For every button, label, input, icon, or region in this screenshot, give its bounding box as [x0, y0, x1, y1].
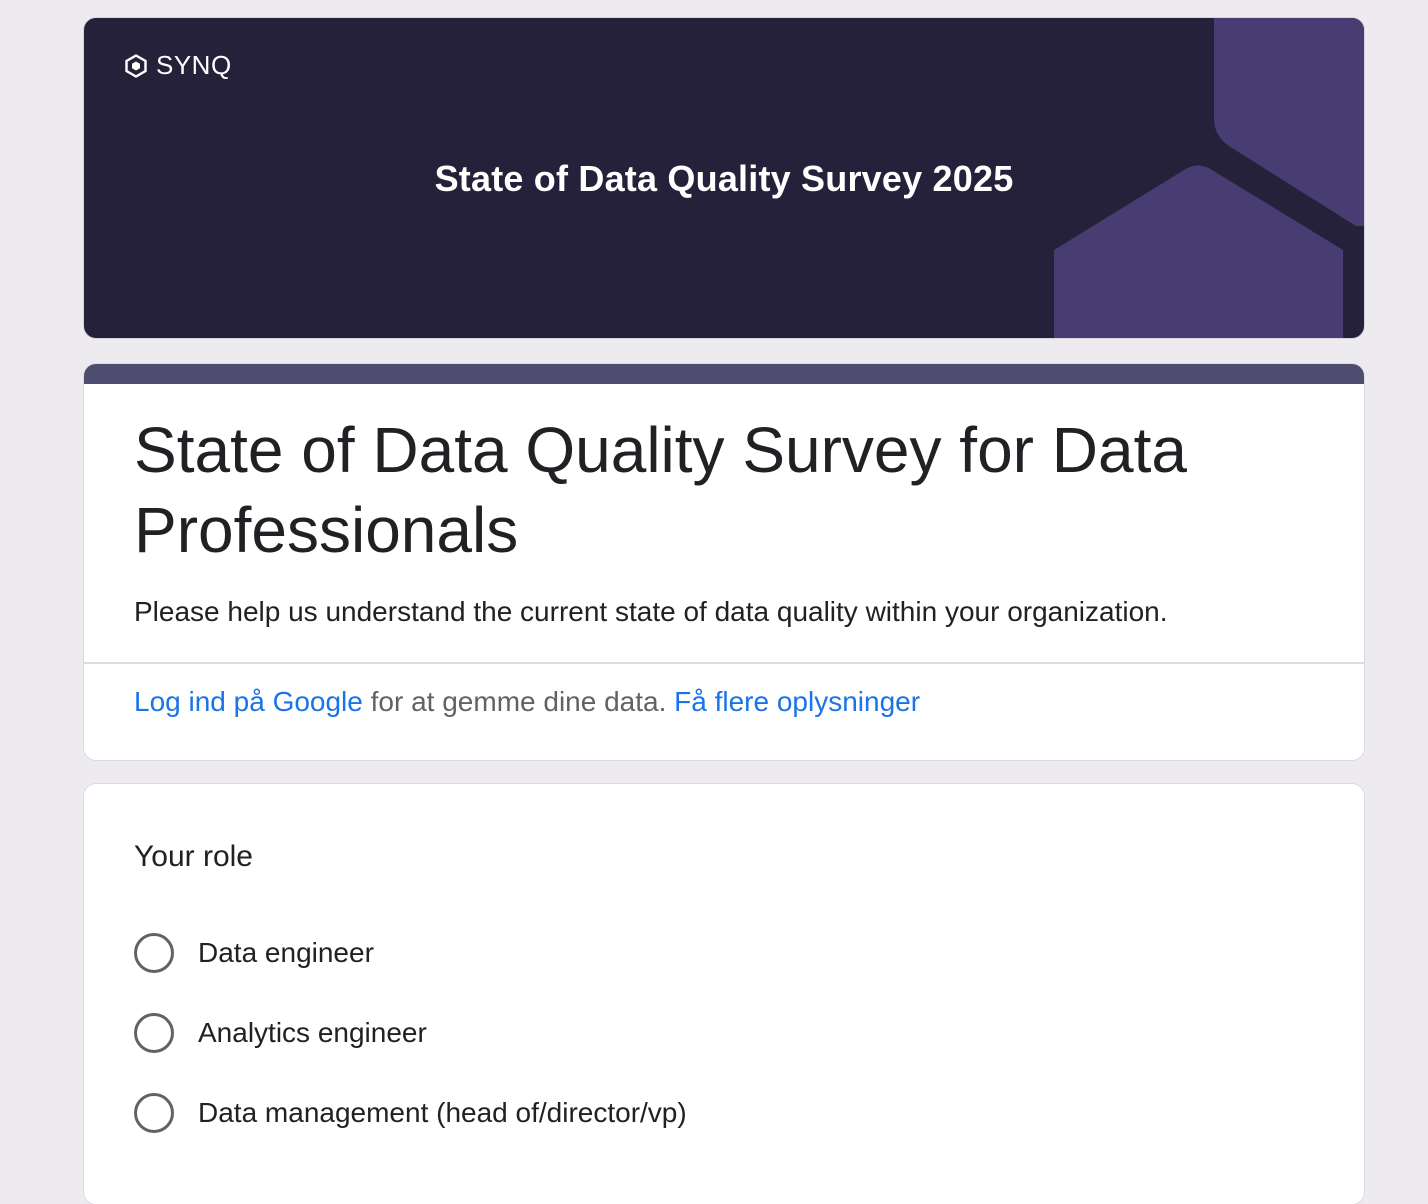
option-label: Analytics engineer: [198, 1017, 427, 1048]
header-banner: SYNQ State of Data Quality Survey 2025: [84, 18, 1364, 338]
divider: [84, 662, 1364, 664]
brand-logo: SYNQ: [124, 50, 232, 81]
radio-button[interactable]: [134, 1013, 174, 1053]
brand-name: SYNQ: [156, 50, 232, 80]
option-label: Data management (head of/director/vp): [198, 1097, 687, 1128]
radio-option-data-engineer[interactable]: Data engineer: [134, 933, 374, 973]
accent-bar: [84, 364, 1364, 384]
radio-button[interactable]: [134, 933, 174, 973]
learn-more-link[interactable]: Få flere oplysninger: [674, 686, 920, 717]
form-title: State of Data Quality Survey for Data Pr…: [134, 414, 1187, 566]
option-label: Data engineer: [198, 937, 374, 968]
radio-option-analytics-engineer[interactable]: Analytics engineer: [134, 1013, 427, 1053]
signin-notice: Log ind på Google for at gemme dine data…: [134, 686, 920, 718]
radio-option-data-management[interactable]: Data management (head of/director/vp): [134, 1093, 687, 1133]
banner-title: State of Data Quality Survey 2025: [434, 158, 1014, 199]
radio-button[interactable]: [134, 1093, 174, 1133]
form-description: Please help us understand the current st…: [134, 596, 1168, 627]
hexagon-logo-icon: [125, 53, 147, 78]
form-header-card: State of Data Quality Survey for Data Pr…: [84, 364, 1364, 760]
signin-text: for at gemme dine data.: [362, 686, 675, 717]
question-card: Your role Data engineer Analytics engine…: [84, 784, 1364, 1204]
question-title: Your role: [134, 840, 253, 873]
signin-link[interactable]: Log ind på Google: [134, 686, 363, 717]
